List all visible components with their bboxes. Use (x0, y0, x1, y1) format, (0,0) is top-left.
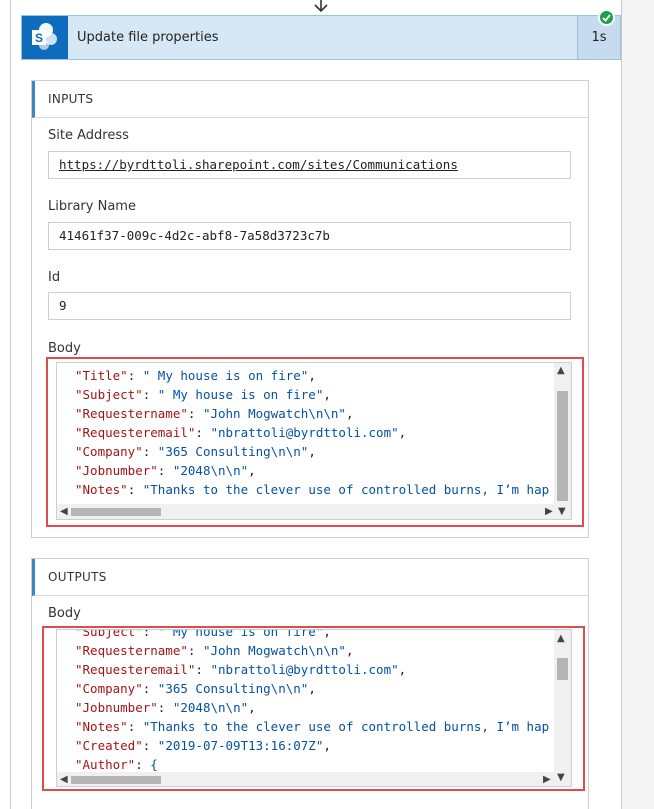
library-name-label: Library Name (48, 199, 136, 214)
action-title: Update file properties (77, 30, 219, 45)
id-label: Id (48, 270, 61, 285)
duration-badge: 1s (577, 16, 620, 59)
site-address-label: Site Address (48, 128, 129, 143)
sharepoint-icon: S (22, 16, 68, 59)
canvas-gutter (621, 0, 654, 809)
outputs-body-label: Body (48, 606, 81, 621)
site-address-link[interactable]: https://byrdttoli.sharepoint.com/sites/C… (59, 157, 458, 172)
site-address-field[interactable]: https://byrdttoli.sharepoint.com/sites/C… (48, 151, 571, 179)
inputs-section-title: INPUTS (32, 81, 588, 118)
outputs-body-highlight (42, 626, 585, 791)
library-name-field[interactable]: 41461f37-009c-4d2c-abf8-7a58d3723c7b (48, 222, 571, 250)
inputs-body-highlight (46, 357, 584, 527)
arrow-down-icon (314, 0, 328, 13)
success-check-icon (598, 9, 615, 26)
action-header[interactable]: S Update file properties 1s (21, 15, 621, 60)
inputs-body-label: Body (48, 341, 81, 356)
svg-text:S: S (35, 31, 43, 45)
outputs-section-title: OUTPUTS (32, 559, 588, 596)
id-field[interactable]: 9 (48, 292, 571, 320)
